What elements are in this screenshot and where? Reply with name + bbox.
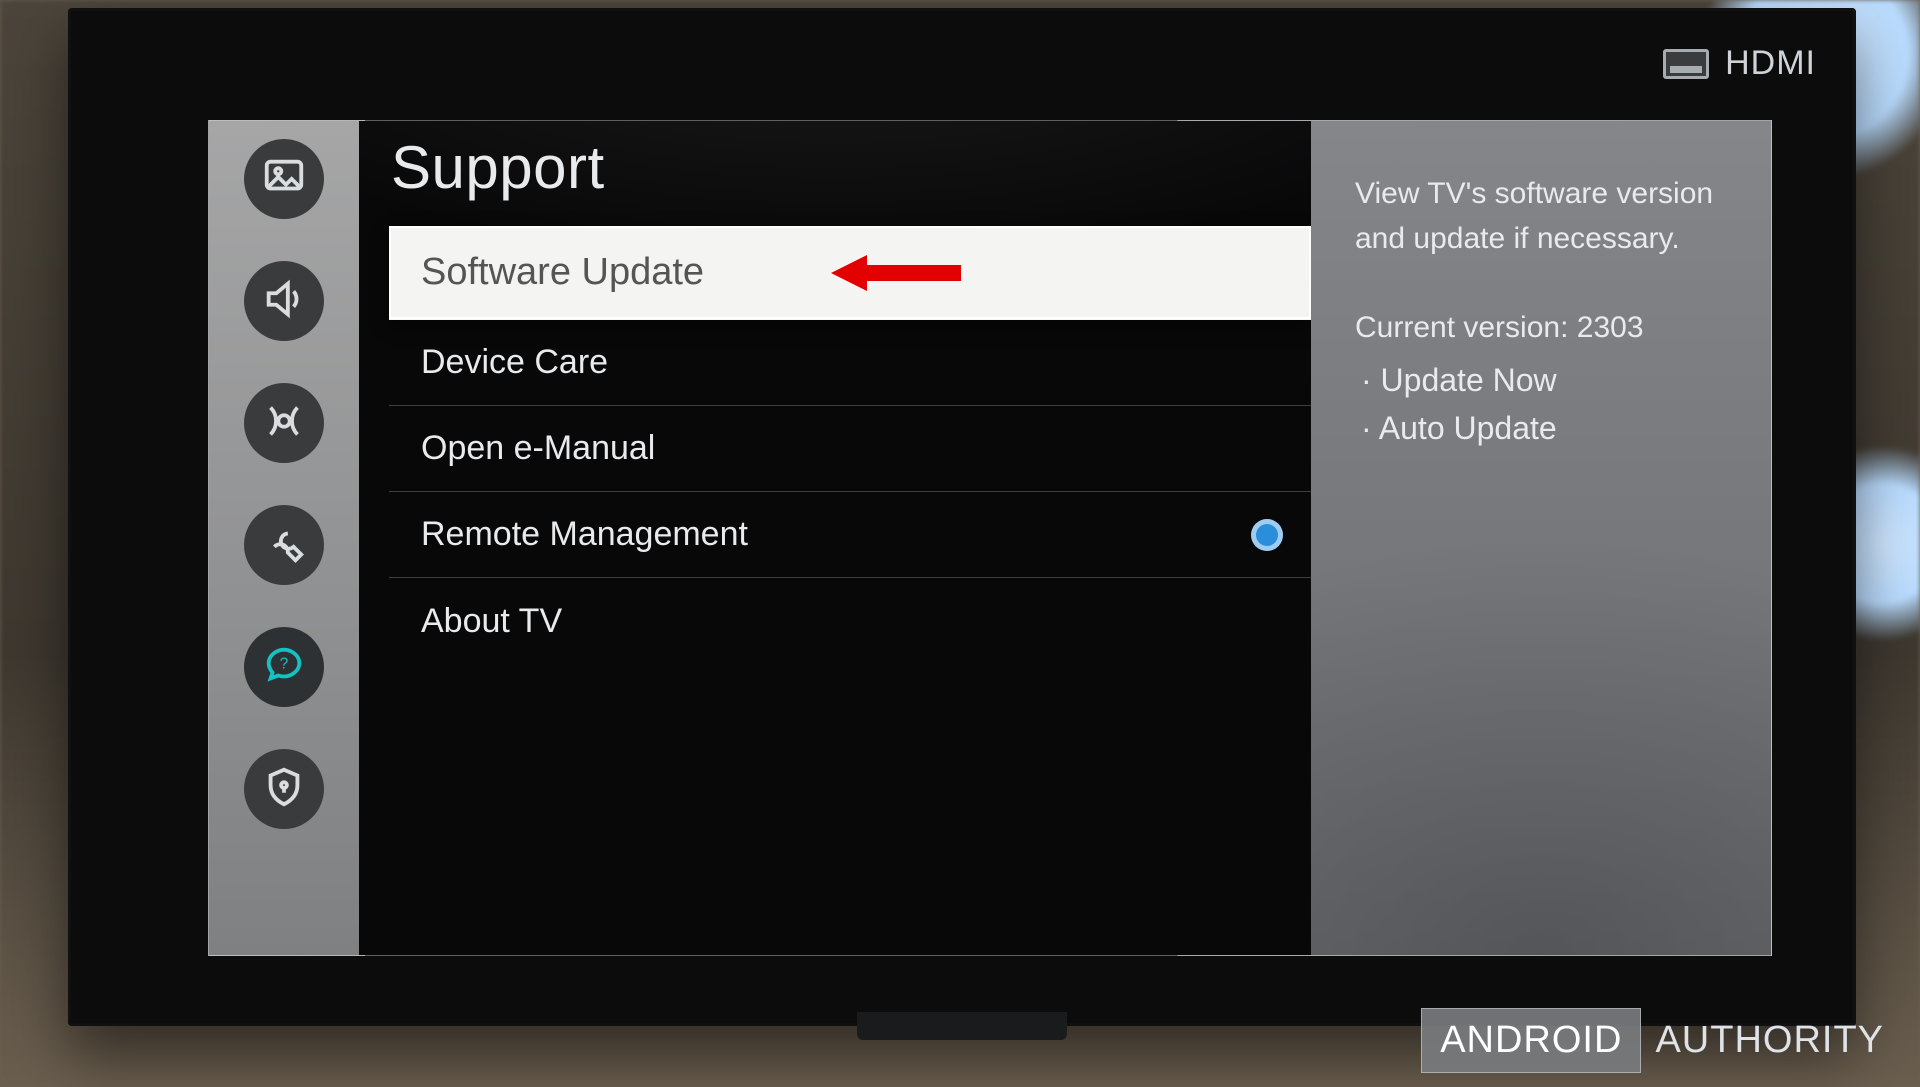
support-menu: Software Update Device Care Open e-Manua… (389, 226, 1311, 664)
input-source-badge: HDMI (1663, 44, 1816, 83)
svg-text:?: ? (280, 655, 289, 672)
annotation-arrow-icon (831, 251, 961, 295)
sidebar-item-picture[interactable] (244, 139, 324, 219)
settings-sidebar: ? (209, 121, 359, 955)
sidebar-item-general[interactable] (244, 505, 324, 585)
info-panel: View TV's software version and update if… (1311, 121, 1771, 955)
sidebar-item-sound[interactable] (244, 261, 324, 341)
watermark-boxed: ANDROID (1421, 1008, 1641, 1073)
page-title: Support (391, 133, 1311, 202)
menu-item-about-tv[interactable]: About TV (389, 578, 1311, 664)
picture-icon (261, 154, 307, 205)
menu-item-label: Remote Management (421, 515, 748, 554)
status-indicator-icon (1251, 519, 1283, 551)
menu-item-device-care[interactable]: Device Care (389, 320, 1311, 406)
info-subactions: Update Now Auto Update (1355, 356, 1727, 452)
info-subaction: Update Now (1379, 356, 1727, 404)
settings-main: Support Software Update Device Care Open… (359, 121, 1311, 955)
menu-item-label: Device Care (421, 343, 608, 382)
info-description: View TV's software version and update if… (1355, 171, 1727, 261)
settings-screen: ? Support Software Update Devi (208, 120, 1772, 956)
hdmi-icon (1663, 49, 1709, 79)
wrench-icon (261, 520, 307, 571)
sidebar-item-broadcasting[interactable] (244, 383, 324, 463)
shield-icon (261, 764, 307, 815)
support-icon: ? (261, 642, 307, 693)
info-subaction: Auto Update (1379, 404, 1727, 452)
menu-item-label: Software Update (421, 251, 704, 294)
info-version: Current version: 2303 (1355, 305, 1727, 350)
sound-icon (261, 276, 307, 327)
input-source-label: HDMI (1725, 44, 1816, 83)
watermark: ANDROID AUTHORITY (1421, 1008, 1898, 1073)
tv-frame: HDMI (68, 8, 1856, 1026)
tv-stand (857, 1012, 1067, 1040)
menu-item-label: About TV (421, 602, 562, 641)
menu-item-open-e-manual[interactable]: Open e-Manual (389, 406, 1311, 492)
menu-item-software-update[interactable]: Software Update (389, 226, 1311, 320)
watermark-plain: AUTHORITY (1641, 1009, 1898, 1072)
sidebar-item-support[interactable]: ? (244, 627, 324, 707)
info-version-value: 2303 (1577, 311, 1644, 344)
sidebar-item-privacy[interactable] (244, 749, 324, 829)
broadcast-icon (261, 398, 307, 449)
menu-item-remote-management[interactable]: Remote Management (389, 492, 1311, 578)
menu-item-label: Open e-Manual (421, 429, 655, 468)
info-version-label: Current version: (1355, 311, 1568, 344)
